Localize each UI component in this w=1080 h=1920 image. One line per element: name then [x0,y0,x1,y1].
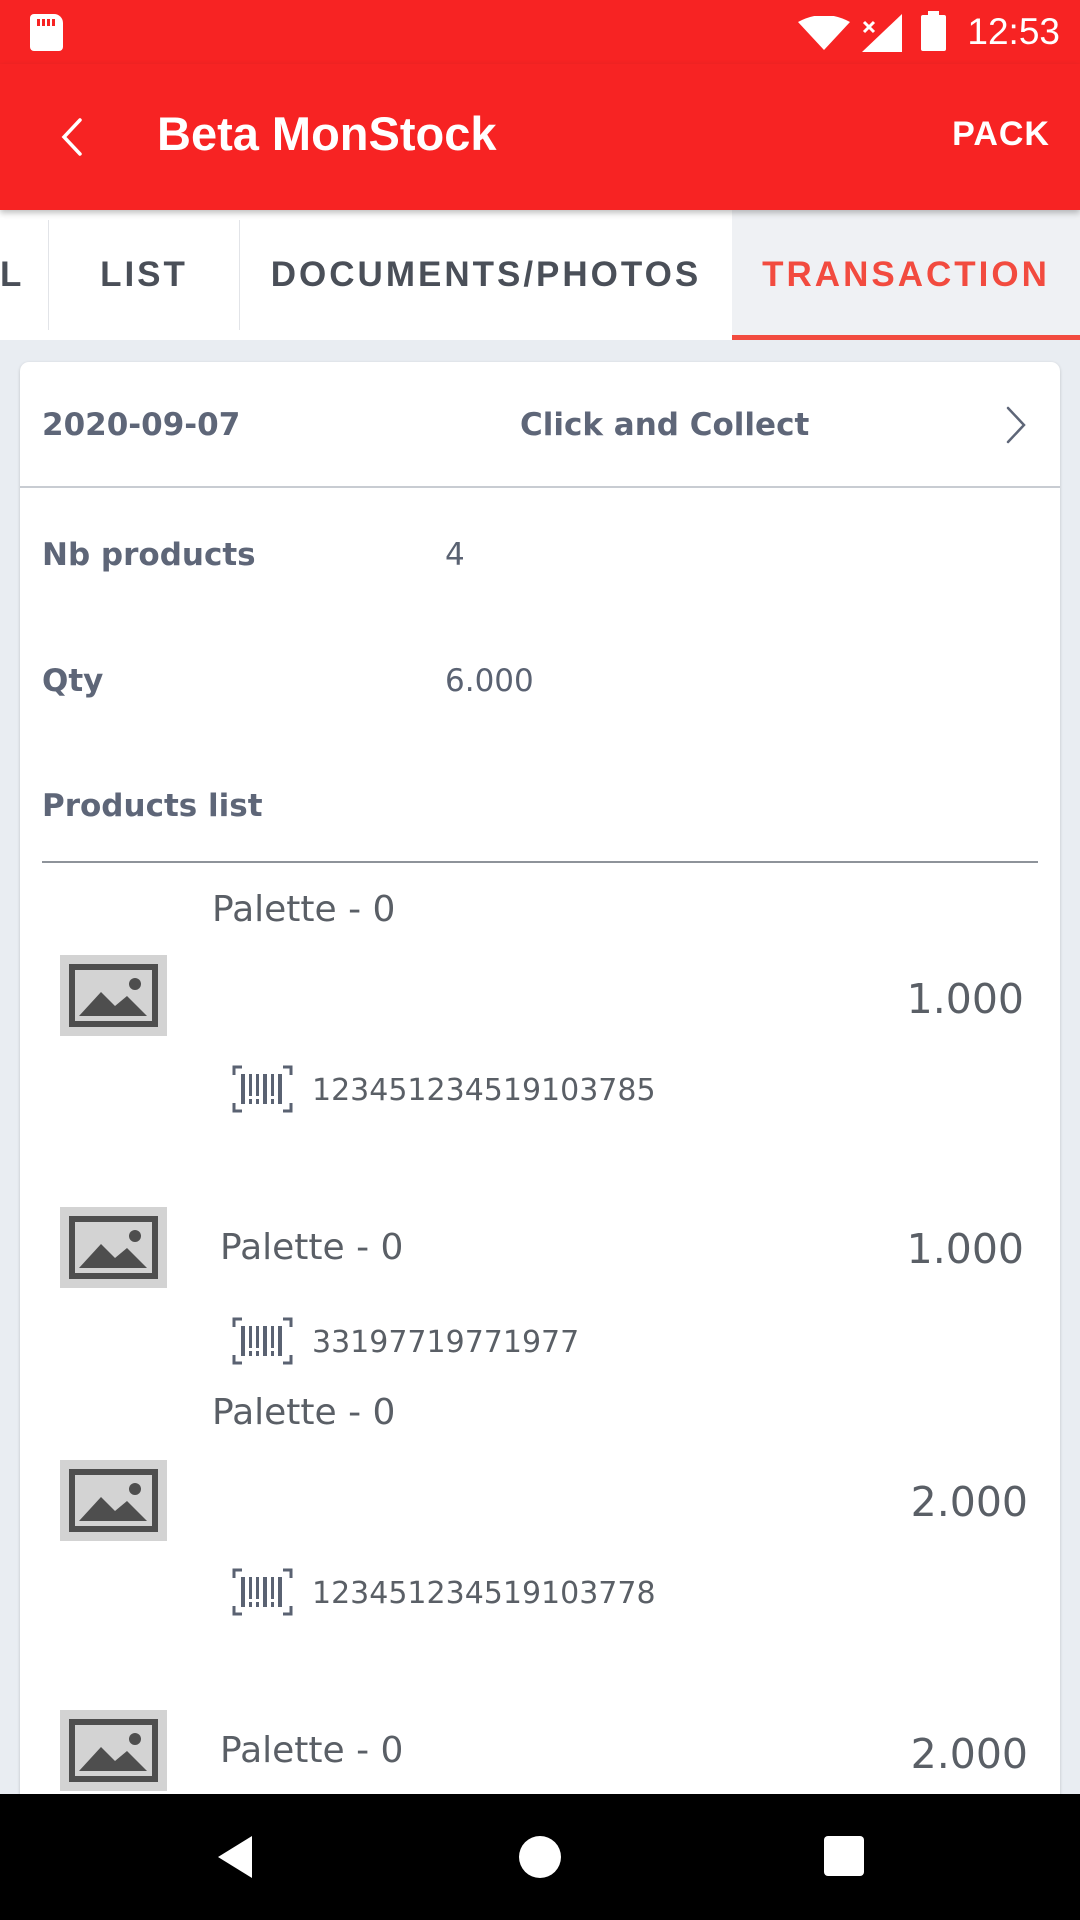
product-name: Palette - 0 [220,1730,404,1771]
transaction-type: Click and Collect [520,407,810,443]
pack-button[interactable]: PACK [952,109,1050,159]
status-time: 12:53 [967,11,1060,52]
tab-transaction[interactable]: TRANSACTION [732,210,1080,340]
battery-icon [921,11,946,51]
product-qty: 1.000 [906,975,1024,1023]
product-name: Palette - 0 [212,1392,396,1433]
tab-partial[interactable]: L [0,210,48,340]
transaction-card: 2020-09-07 Click and Collect Nb products… [20,362,1060,1920]
product-qty: 1.000 [906,1225,1024,1273]
status-bar: 12:53 [0,0,1080,64]
nb-products-value: 4 [445,537,465,573]
sd-card-icon [30,14,63,51]
barcode-icon [232,1568,293,1616]
product-barcode: 123451234519103785 [312,1073,656,1108]
nav-back-icon[interactable] [212,1832,262,1882]
image-placeholder-icon [60,1207,167,1288]
products-list-label: Products list [42,788,263,824]
chevron-right-icon [1006,406,1026,444]
product-name: Palette - 0 [212,889,396,930]
product-name: Palette - 0 [220,1227,404,1268]
nav-home-icon[interactable] [519,1836,561,1878]
product-qty: 2.000 [910,1478,1028,1526]
divider [42,861,1038,863]
image-placeholder-icon [60,955,167,1036]
wifi-icon [798,16,850,50]
product-barcode: 33197719771977 [312,1325,580,1360]
qty-label: Qty [42,663,104,699]
barcode-icon [232,1317,293,1365]
barcode-icon [232,1065,293,1113]
chevron-left-icon [61,118,82,156]
product-row[interactable]: Palette - 0 1.000 123451234519103785 [42,865,1038,1125]
transaction-header[interactable]: 2020-09-07 Click and Collect [20,362,1060,488]
product-barcode: 123451234519103778 [312,1576,656,1611]
nav-recents-icon[interactable] [824,1836,864,1876]
image-placeholder-icon [60,1710,167,1791]
tab-list[interactable]: LIST [49,210,239,340]
app-bar: Beta MonStock PACK [0,64,1080,210]
app-title: Beta MonStock [157,107,497,160]
product-row[interactable]: Palette - 0 2.000 123451234519103778 [42,1374,1038,1624]
tab-documents-photos[interactable]: DOCUMENTS/PHOTOS [240,210,732,340]
signal-icon [862,14,902,52]
product-row[interactable]: Palette - 0 2.000 [42,1628,1038,1808]
transaction-date: 2020-09-07 [42,407,241,443]
product-row[interactable]: Palette - 0 1.000 33197719771977 [42,1129,1038,1374]
qty-value: 6.000 [445,663,534,699]
tab-bar: L LIST DOCUMENTS/PHOTOS TRANSACTION [0,210,1080,340]
product-qty: 2.000 [910,1730,1028,1778]
image-placeholder-icon [60,1460,167,1541]
nb-products-label: Nb products [42,537,256,573]
navigation-bar [0,1794,1080,1920]
back-button[interactable] [44,102,104,172]
